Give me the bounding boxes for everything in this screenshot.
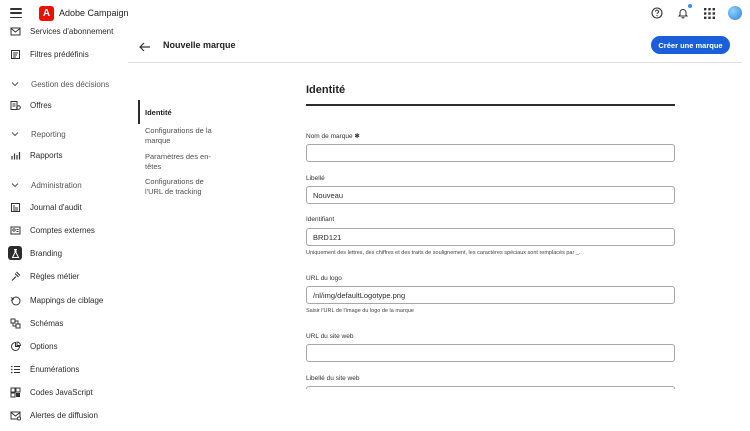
alert-icon	[8, 408, 22, 422]
sidebar-item-label: Offres	[30, 100, 52, 110]
chevron-down-icon	[11, 183, 19, 188]
rules-icon	[8, 269, 22, 283]
sidebar-item-label: Mappings de ciblage	[30, 295, 104, 305]
sidebar-item-enumerations[interactable]: Énumérations	[8, 360, 114, 378]
scroll-viewport-edge	[128, 389, 742, 431]
filter-icon	[8, 47, 22, 61]
sidebar-item-reports[interactable]: Rapports	[8, 146, 114, 164]
schema-icon	[8, 316, 22, 330]
form-heading-rule	[306, 104, 675, 106]
sidebar-item-schemas[interactable]: Schémas	[8, 314, 114, 332]
identifier-field[interactable]	[306, 228, 675, 246]
sidebar-item-external-accounts[interactable]: Comptes externes	[8, 221, 114, 239]
logo-url-label: URL du logo	[306, 275, 342, 282]
sidebar-item-targeting-mappings[interactable]: Mappings de ciblage	[8, 291, 114, 309]
sidebar-item-audit-log[interactable]: Journal d'audit	[8, 198, 114, 216]
identifier-help-text: Uniquement des lettres, des chiffres et …	[306, 250, 581, 256]
user-avatar[interactable]	[728, 6, 742, 20]
website-url-field[interactable]	[306, 344, 675, 362]
branding-icon	[8, 246, 22, 260]
website-label-label: Libellé du site web	[306, 375, 360, 382]
sidebar-section-administration[interactable]: Administration	[10, 178, 82, 192]
back-arrow-icon[interactable]	[139, 39, 151, 52]
section-nav-identity[interactable]: Identité	[145, 108, 217, 118]
sidebar: Services d'abonnement Filtres prédéfinis…	[0, 22, 116, 431]
sidebar-section-label: Administration	[31, 180, 82, 190]
sidebar-item-label: Branding	[30, 248, 63, 258]
chart-icon	[8, 148, 22, 162]
sidebar-section-decision-management[interactable]: Gestion des décisions	[10, 77, 109, 91]
audit-icon	[8, 200, 22, 214]
help-icon[interactable]	[650, 6, 664, 20]
brand-name-label: Nom de marque ✱	[306, 133, 360, 140]
notifications-bell-icon[interactable]	[676, 3, 693, 20]
sidebar-section-label: Reporting	[31, 129, 66, 139]
options-icon	[8, 339, 22, 353]
sidebar-item-label: Journal d'audit	[30, 202, 82, 212]
sidebar-item-javascript-codes[interactable]: Codes JavaScript	[8, 383, 114, 401]
sidebar-item-label: Énumérations	[30, 364, 80, 374]
accounts-icon	[8, 223, 22, 237]
sidebar-item-options[interactable]: Options	[8, 337, 114, 355]
sidebar-item-label: Règles métier	[30, 271, 80, 281]
section-nav-tracking-url-configurations[interactable]: Configurations de l'URL de tracking	[145, 177, 217, 196]
sidebar-section-label: Gestion des décisions	[31, 79, 110, 89]
mapping-icon	[8, 293, 22, 307]
sidebar-item-predefined-filters[interactable]: Filtres prédéfinis	[8, 45, 114, 63]
logo-url-help-text: Saisir l'URL de l'image du logo de la ma…	[306, 308, 414, 314]
code-icon	[8, 385, 22, 399]
section-nav-brand-configurations[interactable]: Configurations de la marque	[145, 126, 217, 145]
label-field[interactable]	[306, 186, 675, 204]
menu-icon[interactable]	[10, 8, 22, 19]
create-brand-button[interactable]: Créer une marque	[651, 36, 730, 54]
sidebar-item-delivery-alerts[interactable]: Alertes de diffusion	[8, 406, 114, 424]
sidebar-item-label: Options	[30, 341, 58, 351]
adobe-logo-icon: A	[39, 6, 54, 21]
mail-icon	[8, 24, 22, 38]
chevron-down-icon	[11, 132, 19, 137]
sidebar-item-business-rules[interactable]: Règles métier	[8, 267, 114, 285]
sidebar-section-reporting[interactable]: Reporting	[10, 127, 66, 141]
app-title: Adobe Campaign	[59, 8, 129, 18]
website-url-label: URL du site web	[306, 333, 354, 340]
form-section-heading: Identité	[306, 84, 346, 96]
sidebar-item-label: Rapports	[30, 150, 63, 160]
sidebar-item-offers[interactable]: Offres	[8, 96, 114, 114]
apps-grid-icon[interactable]	[702, 6, 716, 20]
top-icons	[650, 3, 742, 20]
chevron-down-icon	[11, 82, 19, 87]
label-field-label: Libellé	[306, 175, 325, 182]
logo-url-field[interactable]	[306, 286, 675, 304]
sidebar-item-label: Schémas	[30, 318, 64, 328]
sidebar-item-label: Codes JavaScript	[30, 387, 93, 397]
sidebar-item-label: Alertes de diffusion	[30, 410, 98, 420]
identifier-label: Identifiant	[306, 216, 335, 223]
section-nav-header-parameters[interactable]: Paramètres des en-têtes	[145, 152, 217, 171]
sidebar-item-label: Services d'abonnement	[30, 26, 114, 36]
page-title: Nouvelle marque	[163, 40, 236, 50]
notification-badge	[687, 3, 693, 9]
sidebar-item-label: Comptes externes	[30, 225, 95, 235]
brand-name-field[interactable]	[306, 144, 675, 162]
sidebar-item-label: Filtres prédéfinis	[30, 49, 89, 59]
sidebar-item-branding[interactable]: Branding	[8, 244, 114, 262]
enum-icon	[8, 362, 22, 376]
header-divider	[128, 62, 742, 63]
section-nav-active-indicator	[138, 100, 140, 124]
sidebar-item-subscription-services[interactable]: Services d'abonnement	[8, 22, 114, 40]
offer-icon	[8, 98, 22, 112]
